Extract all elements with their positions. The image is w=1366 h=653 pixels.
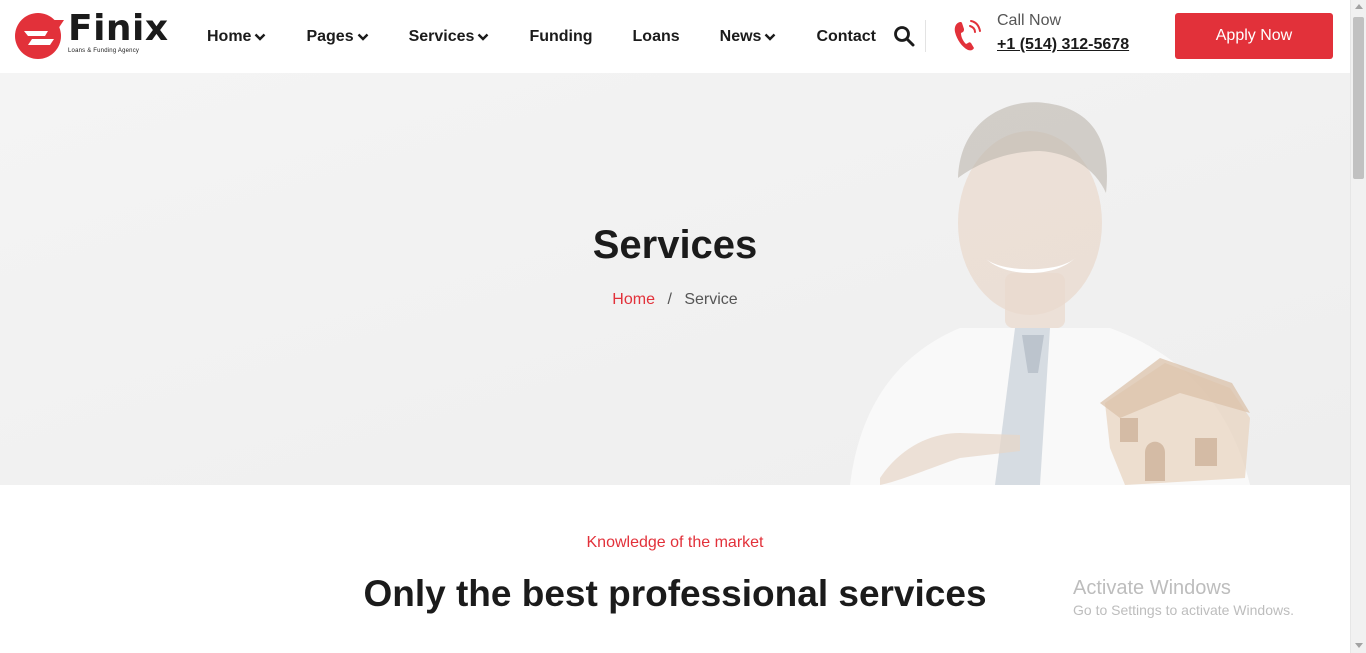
chevron-down-icon — [255, 33, 266, 41]
nav-item-label: News — [719, 27, 762, 45]
header-divider — [925, 20, 926, 52]
nav-item-label: Contact — [816, 27, 877, 45]
chevron-down-icon — [478, 33, 489, 41]
chevron-down-icon — [765, 33, 776, 41]
breadcrumb-current: Service — [684, 291, 738, 308]
hero-background-image — [0, 73, 1350, 485]
chevron-down-icon — [357, 33, 368, 41]
scrollbar-thumb[interactable] — [1353, 17, 1364, 179]
breadcrumb-home-link[interactable]: Home — [612, 291, 655, 308]
nav-item-label: Services — [408, 27, 475, 45]
logo-mark-icon — [15, 13, 64, 59]
page-scrollbar[interactable] — [1350, 0, 1366, 653]
call-now-label: Call Now — [997, 12, 1062, 29]
scroll-up-arrow-icon[interactable] — [1355, 4, 1363, 9]
nav-item-home[interactable]: Home — [207, 28, 266, 46]
nav-item-news[interactable]: News — [720, 28, 777, 46]
section-body-text — [0, 645, 1350, 653]
nav-item-label: Home — [207, 27, 252, 45]
scroll-down-arrow-icon[interactable] — [1355, 643, 1363, 648]
page-title: Services — [592, 223, 758, 267]
phone-icon — [954, 20, 981, 51]
nav-item-contact[interactable]: Contact — [816, 28, 876, 46]
apply-now-button[interactable]: Apply Now — [1175, 13, 1333, 59]
nav-item-funding[interactable]: Funding — [529, 28, 592, 46]
breadcrumb-separator: / — [667, 291, 672, 308]
watermark-subtitle: Go to Settings to activate Windows. — [1073, 602, 1294, 618]
nav-item-pages[interactable]: Pages — [306, 28, 368, 46]
watermark-title: Activate Windows — [1073, 577, 1231, 599]
page-hero: Services Home / Service — [0, 73, 1350, 485]
section-eyebrow: Knowledge of the market — [586, 534, 764, 551]
search-icon[interactable] — [893, 25, 915, 47]
main-nav: Home Pages Services Funding Loans News C… — [207, 0, 876, 73]
nav-item-services[interactable]: Services — [409, 28, 490, 46]
windows-activation-watermark: Activate Windows Go to Settings to activ… — [1073, 577, 1294, 618]
phone-number-link[interactable]: +1 (514) 312-5678 — [997, 36, 1129, 54]
nav-item-label: Loans — [632, 27, 680, 45]
nav-item-label: Pages — [306, 27, 354, 45]
brand-logo[interactable]: Finix Loans & Funding Agency — [14, 8, 169, 60]
breadcrumb: Home / Service — [0, 291, 1350, 309]
brand-name: Finix — [68, 8, 169, 49]
nav-item-loans[interactable]: Loans — [633, 28, 680, 46]
site-header: Finix Loans & Funding Agency Home Pages … — [0, 0, 1350, 73]
nav-item-label: Funding — [529, 27, 593, 45]
